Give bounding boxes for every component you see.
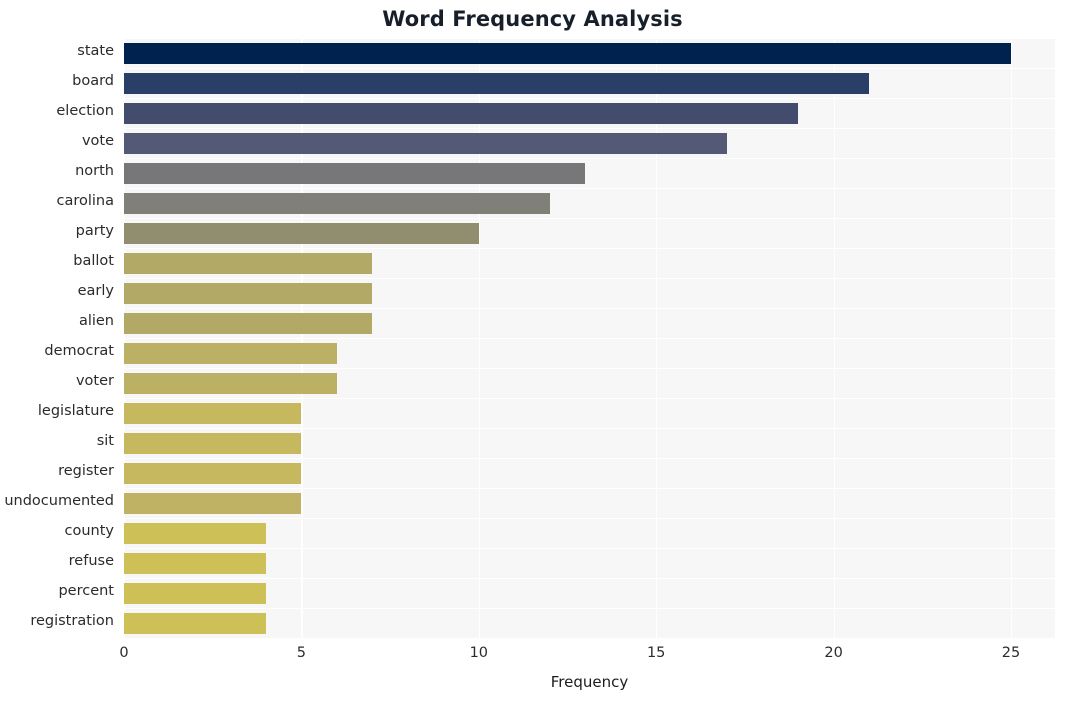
y-axis-tick-label: vote xyxy=(81,133,114,149)
y-axis-tick-label: board xyxy=(72,73,114,89)
y-axis-tick-label: party xyxy=(75,223,114,239)
y-axis-tick-label: refuse xyxy=(68,553,114,569)
y-axis-tick-label: alien xyxy=(78,313,114,329)
y-axis-tick-label: north xyxy=(75,163,114,179)
x-axis-tick-label: 15 xyxy=(646,645,666,661)
x-axis-tick-label: 5 xyxy=(296,645,306,661)
x-axis-tick-label: 20 xyxy=(824,645,843,661)
chart-figure: Word Frequency Analysis state board electi… xyxy=(0,0,1065,701)
y-axis-tick-label: register xyxy=(58,463,114,479)
y-axis-tick-label: legislature xyxy=(37,403,114,419)
y-axis-tick-label: election xyxy=(56,103,114,119)
y-axis-tick-label: democrat xyxy=(44,343,114,359)
y-axis-tick-label: early xyxy=(77,283,114,299)
y-axis-tick-label: registration xyxy=(30,613,114,629)
y-axis-tick-label: undocumented xyxy=(4,493,114,509)
y-axis-tick-labels: state board election vote north carolina party… xyxy=(0,0,1065,701)
y-axis-tick-label: percent xyxy=(58,583,114,599)
y-axis-tick-label: voter xyxy=(75,373,114,389)
x-axis-tick-label: 10 xyxy=(469,645,489,661)
y-axis-tick-label: carolina xyxy=(56,193,114,209)
y-axis-tick-label: state xyxy=(77,43,114,59)
y-axis-tick-label: ballot xyxy=(73,253,114,269)
y-axis-tick-label: county xyxy=(64,523,115,539)
x-axis-tick-label: 0 xyxy=(119,645,129,661)
x-axis-label: Frequency xyxy=(550,673,629,691)
x-axis-tick-label: 25 xyxy=(1001,645,1021,661)
y-axis-tick-label: sit xyxy=(96,433,114,449)
